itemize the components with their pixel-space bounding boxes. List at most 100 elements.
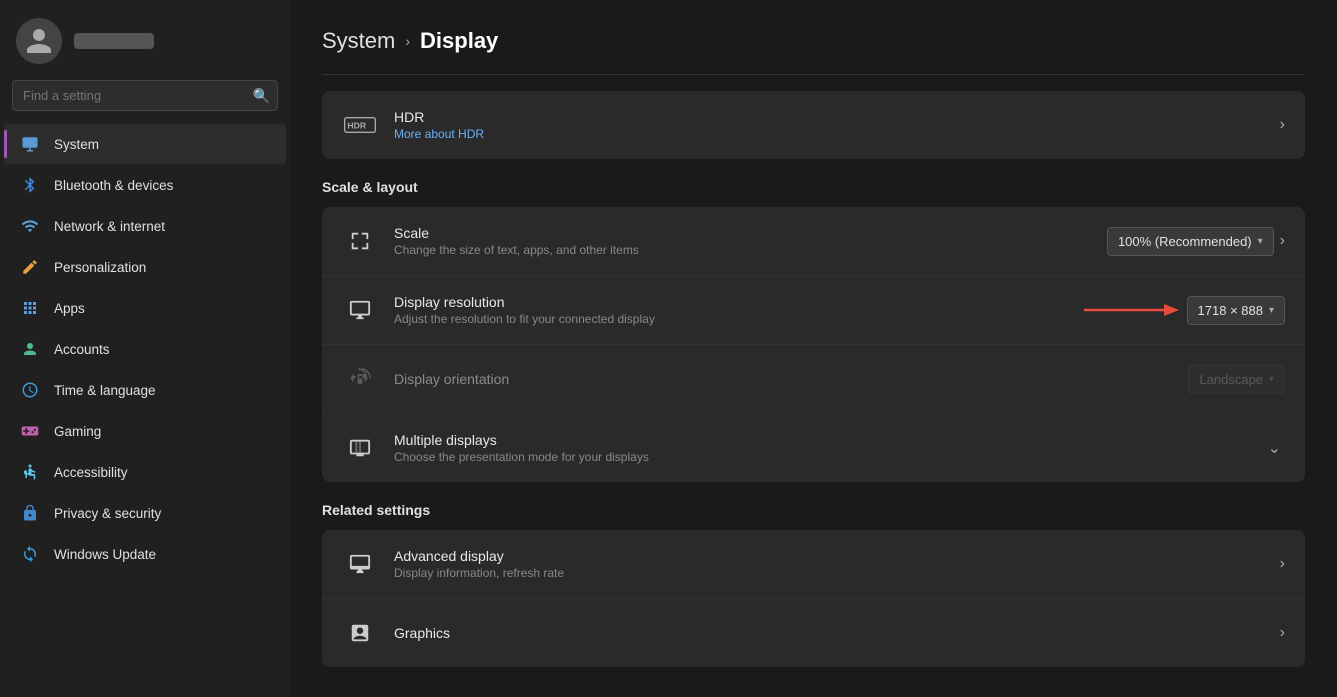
red-arrow-annotation — [1079, 298, 1179, 322]
sidebar-item-accounts[interactable]: Accounts — [4, 329, 286, 369]
resolution-text: Display resolution Adjust the resolution… — [394, 294, 1063, 326]
scale-text: Scale Change the size of text, apps, and… — [394, 225, 1091, 257]
sidebar-item-privacy-label: Privacy & security — [54, 506, 161, 521]
advanced-display-icon — [342, 546, 378, 582]
orientation-row: Display orientation Landscape ▾ — [322, 345, 1305, 414]
advanced-display-text: Advanced display Display information, re… — [394, 548, 1264, 580]
hdr-text: HDR More about HDR — [394, 109, 1264, 141]
sidebar-item-accessibility-label: Accessibility — [54, 465, 128, 480]
network-icon — [20, 216, 40, 236]
sidebar-item-update[interactable]: Windows Update — [4, 534, 286, 574]
related-settings-title: Related settings — [322, 502, 1305, 518]
resolution-title: Display resolution — [394, 294, 1063, 310]
main-content: System › Display HDR HDR More about HDR … — [290, 0, 1337, 697]
sidebar-item-bluetooth-label: Bluetooth & devices — [54, 178, 173, 193]
bluetooth-icon — [20, 175, 40, 195]
related-settings-card: Advanced display Display information, re… — [322, 530, 1305, 667]
system-icon — [20, 134, 40, 154]
resolution-row[interactable]: Display resolution Adjust the resolution… — [322, 276, 1305, 345]
search-input[interactable] — [12, 80, 278, 111]
hdr-card: HDR HDR More about HDR › — [322, 91, 1305, 159]
resolution-action: 1718 × 888 ▾ — [1079, 296, 1285, 325]
scale-subtitle: Change the size of text, apps, and other… — [394, 243, 1091, 257]
breadcrumb-current: Display — [420, 28, 498, 54]
advanced-display-row[interactable]: Advanced display Display information, re… — [322, 530, 1305, 599]
sidebar-item-bluetooth[interactable]: Bluetooth & devices — [4, 165, 286, 205]
resolution-dropdown[interactable]: 1718 × 888 ▾ — [1187, 296, 1285, 325]
sidebar-item-time[interactable]: Time & language — [4, 370, 286, 410]
scale-title: Scale — [394, 225, 1091, 241]
sidebar-item-system-label: System — [54, 137, 99, 152]
advanced-display-title: Advanced display — [394, 548, 1264, 564]
privacy-icon — [20, 503, 40, 523]
sidebar-item-gaming[interactable]: Gaming — [4, 411, 286, 451]
header-divider — [322, 74, 1305, 75]
sidebar-item-time-label: Time & language — [54, 383, 156, 398]
svg-text:HDR: HDR — [347, 120, 367, 130]
user-avatar-icon — [24, 26, 54, 56]
sidebar-item-personalization[interactable]: Personalization — [4, 247, 286, 287]
avatar — [16, 18, 62, 64]
scale-dropdown[interactable]: 100% (Recommended) ▾ — [1107, 227, 1274, 256]
sidebar-item-apps[interactable]: Apps — [4, 288, 286, 328]
scale-row[interactable]: Scale Change the size of text, apps, and… — [322, 207, 1305, 276]
page-header: System › Display — [322, 0, 1305, 74]
update-icon — [20, 544, 40, 564]
personalization-icon — [20, 257, 40, 277]
graphics-icon — [342, 615, 378, 651]
orientation-value: Landscape — [1199, 372, 1263, 387]
hdr-subtitle: More about HDR — [394, 127, 1264, 141]
multiple-displays-row[interactable]: Multiple displays Choose the presentatio… — [322, 414, 1305, 482]
hdr-chevron: › — [1280, 116, 1285, 134]
graphics-row[interactable]: Graphics › — [322, 599, 1305, 667]
resolution-value: 1718 × 888 — [1198, 303, 1263, 318]
graphics-text: Graphics — [394, 625, 1264, 641]
gaming-icon — [20, 421, 40, 441]
accounts-icon — [20, 339, 40, 359]
sidebar-item-gaming-label: Gaming — [54, 424, 101, 439]
multiple-displays-text: Multiple displays Choose the presentatio… — [394, 432, 1248, 464]
sidebar-item-update-label: Windows Update — [54, 547, 156, 562]
hdr-title: HDR — [394, 109, 1264, 125]
multiple-displays-title: Multiple displays — [394, 432, 1248, 448]
orientation-text: Display orientation — [394, 371, 1172, 387]
scale-layout-card: Scale Change the size of text, apps, and… — [322, 207, 1305, 482]
time-icon — [20, 380, 40, 400]
sidebar-item-accessibility[interactable]: Accessibility — [4, 452, 286, 492]
sidebar-item-accounts-label: Accounts — [54, 342, 110, 357]
scale-chevron: › — [1280, 232, 1285, 250]
search-container: 🔍 — [12, 80, 278, 111]
orientation-chevron-down-icon: ▾ — [1269, 374, 1274, 385]
user-profile[interactable] — [0, 0, 290, 80]
multiple-displays-icon — [342, 430, 378, 466]
advanced-display-subtitle: Display information, refresh rate — [394, 566, 1264, 580]
sidebar: 🔍 System Bluetooth & devices Network & i… — [0, 0, 290, 697]
sidebar-nav: System Bluetooth & devices Network & int… — [0, 123, 290, 697]
scale-action: 100% (Recommended) ▾ › — [1107, 227, 1285, 256]
search-icon: 🔍 — [253, 87, 270, 104]
username-placeholder — [74, 33, 154, 49]
sidebar-item-personalization-label: Personalization — [54, 260, 146, 275]
sidebar-item-apps-label: Apps — [54, 301, 85, 316]
sidebar-item-network-label: Network & internet — [54, 219, 165, 234]
scale-layout-title: Scale & layout — [322, 179, 1305, 195]
sidebar-item-privacy[interactable]: Privacy & security — [4, 493, 286, 533]
scale-chevron-down-icon: ▾ — [1258, 236, 1263, 247]
orientation-title: Display orientation — [394, 371, 1172, 387]
graphics-chevron: › — [1280, 624, 1285, 642]
multiple-displays-subtitle: Choose the presentation mode for your di… — [394, 450, 1248, 464]
hdr-icon: HDR — [342, 107, 378, 143]
graphics-title: Graphics — [394, 625, 1264, 641]
sidebar-item-network[interactable]: Network & internet — [4, 206, 286, 246]
advanced-display-chevron: › — [1280, 555, 1285, 573]
scale-value: 100% (Recommended) — [1118, 234, 1252, 249]
multiple-displays-expand-button[interactable]: ⌄ — [1264, 438, 1285, 458]
breadcrumb-chevron: › — [405, 33, 410, 49]
orientation-dropdown: Landscape ▾ — [1188, 365, 1285, 394]
apps-icon — [20, 298, 40, 318]
sidebar-item-system[interactable]: System — [4, 124, 286, 164]
scale-icon — [342, 223, 378, 259]
hdr-row[interactable]: HDR HDR More about HDR › — [322, 91, 1305, 159]
orientation-action: Landscape ▾ — [1188, 365, 1285, 394]
resolution-subtitle: Adjust the resolution to fit your connec… — [394, 312, 1063, 326]
